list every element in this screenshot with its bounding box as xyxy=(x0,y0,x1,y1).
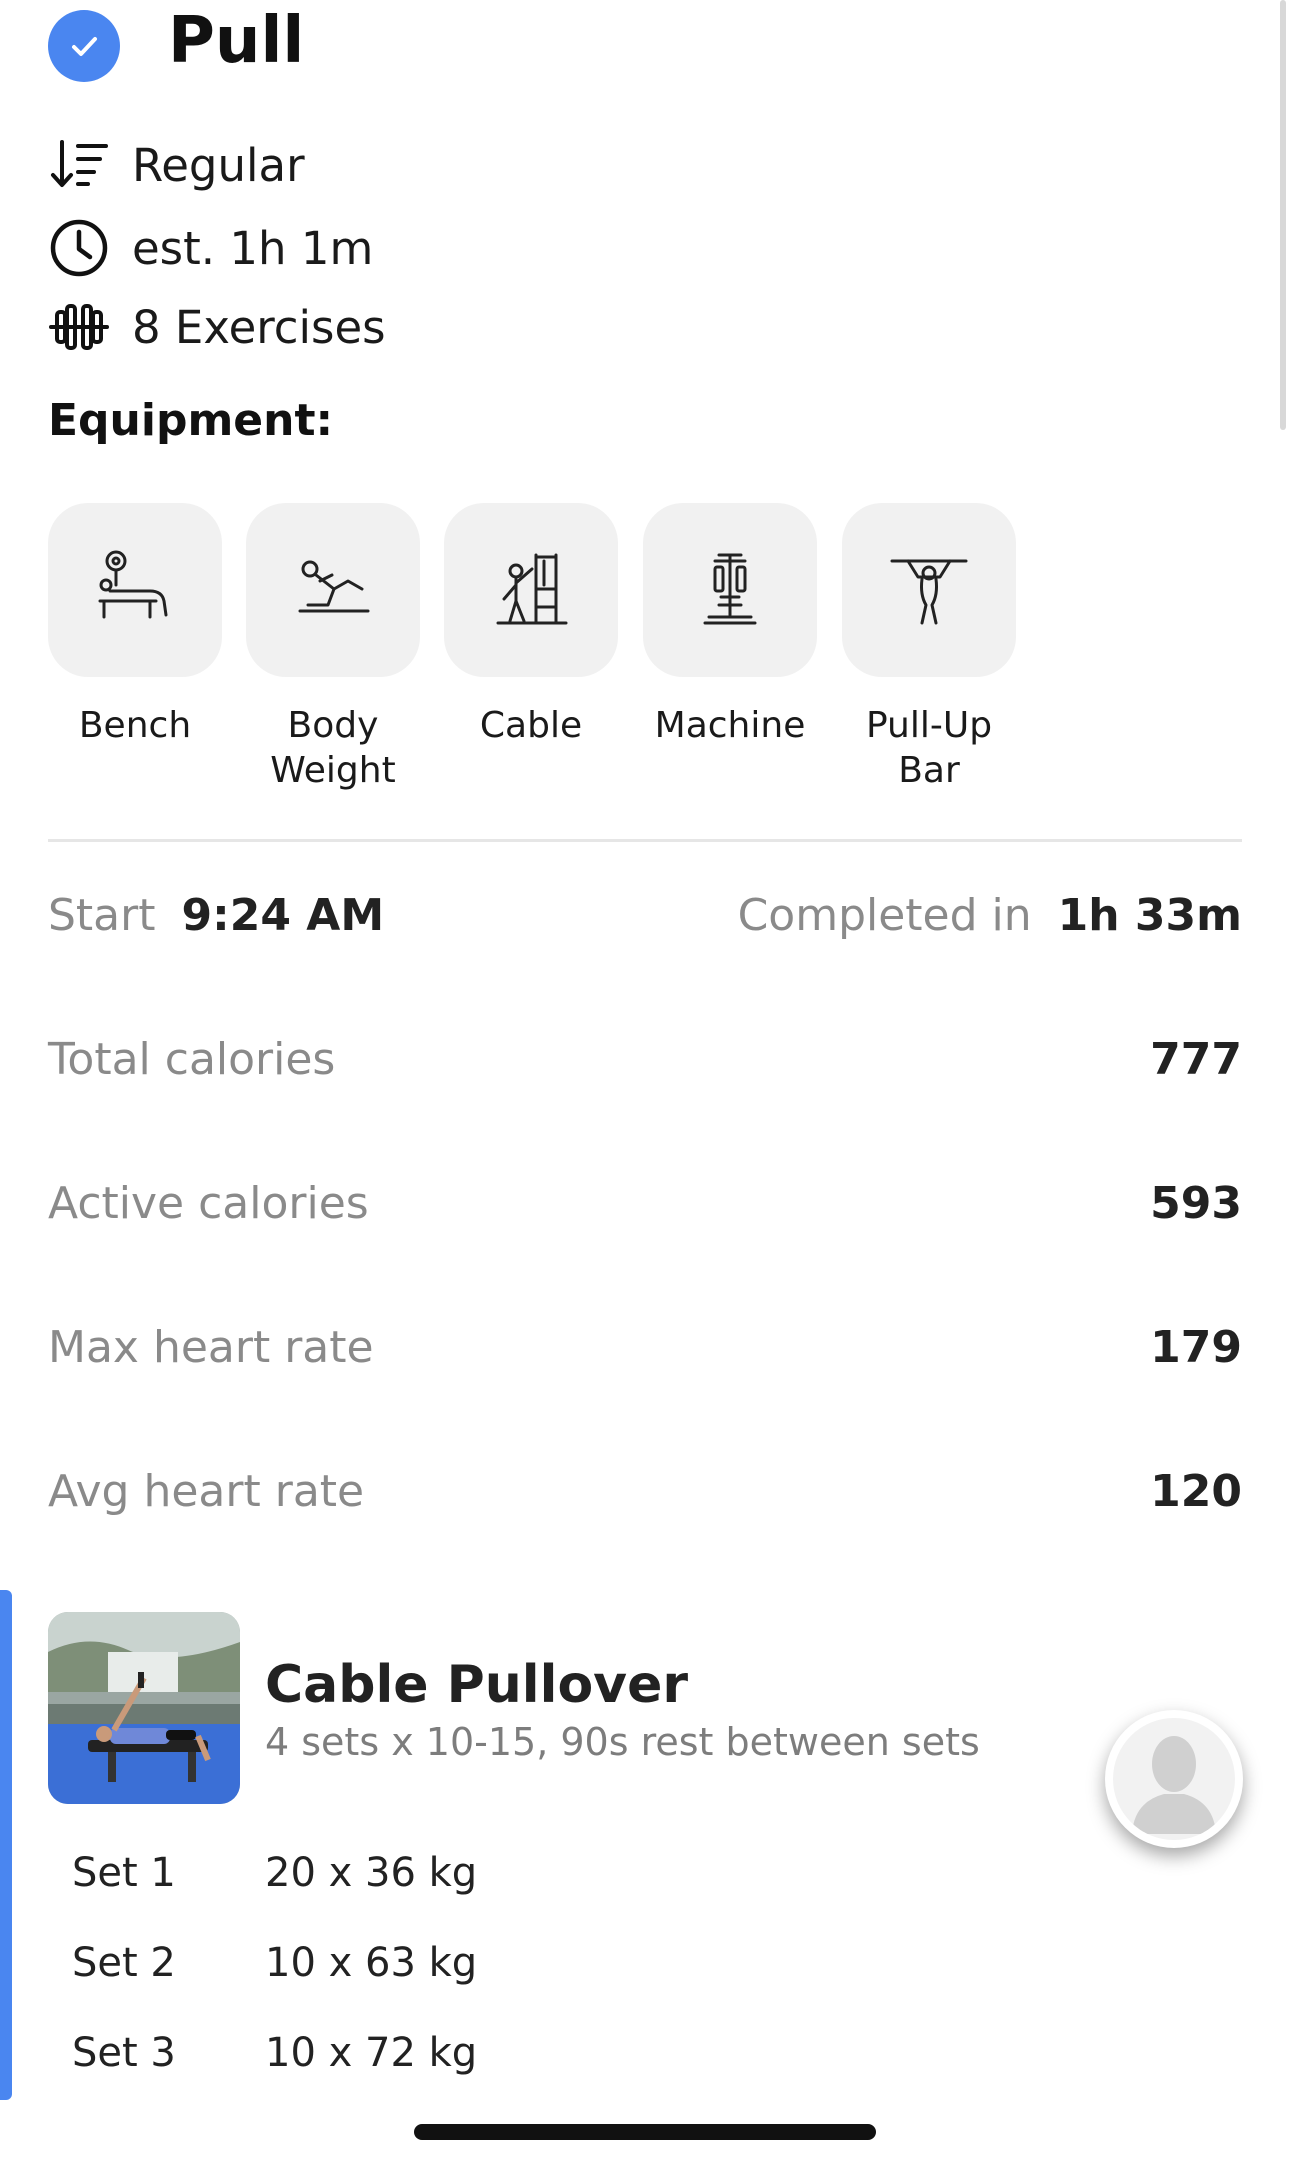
equipment-item-bench[interactable]: Bench xyxy=(48,503,222,748)
bench-icon xyxy=(98,550,168,619)
clock-icon xyxy=(50,219,108,277)
exercise-thumbnail[interactable] xyxy=(48,1612,240,1804)
cable-icon xyxy=(496,553,568,625)
home-indicator[interactable] xyxy=(414,2124,876,2140)
stat-label: Max heart rate xyxy=(48,1322,374,1373)
workout-title: Pull xyxy=(168,4,305,78)
equipment-item-pull-up-bar[interactable]: Pull-Up Bar xyxy=(842,503,1016,793)
start-time: Start 9:24 AM xyxy=(48,890,384,941)
completed-label: Completed in xyxy=(737,890,1032,941)
dumbbell-icon xyxy=(49,304,109,350)
pull-up-bar-icon xyxy=(890,559,968,625)
start-label: Start xyxy=(48,890,156,941)
stat-row-active-calories: Active calories 593 xyxy=(48,1178,1242,1229)
completed-time: Completed in 1h 33m xyxy=(738,890,1242,941)
stat-value: 593 xyxy=(1150,1178,1242,1229)
completed-check-icon[interactable] xyxy=(48,10,120,82)
exercise-accent-bar xyxy=(0,1590,12,2100)
equipment-label: Bench xyxy=(78,705,192,746)
set-label: Set 2 xyxy=(72,1940,176,1986)
set-label: Set 1 xyxy=(72,1850,176,1896)
duration-row: est. 1h 1m xyxy=(48,218,373,278)
stat-label: Avg heart rate xyxy=(48,1466,365,1517)
start-value: 9:24 AM xyxy=(181,890,385,941)
set-value: 10 x 63 kg xyxy=(265,1940,478,1986)
equipment-label: Body Weight xyxy=(270,705,396,791)
equipment-item-cable[interactable]: Cable xyxy=(444,503,618,748)
stat-value: 120 xyxy=(1150,1466,1242,1517)
machine-icon xyxy=(703,553,757,625)
set-value: 20 x 36 kg xyxy=(265,1850,478,1896)
stat-row-total-calories: Total calories 777 xyxy=(48,1034,1242,1085)
stat-label: Active calories xyxy=(48,1178,369,1229)
stat-value: 179 xyxy=(1150,1322,1242,1373)
exercise-count: 8 Exercises xyxy=(132,300,386,354)
exercise-name[interactable]: Cable Pullover xyxy=(265,1655,688,1715)
avatar[interactable] xyxy=(1105,1710,1243,1848)
stat-row-max-heart-rate: Max heart rate 179 xyxy=(48,1322,1242,1373)
stat-row-avg-heart-rate: Avg heart rate 120 xyxy=(48,1466,1242,1517)
stat-label: Total calories xyxy=(48,1034,336,1085)
body-weight-icon xyxy=(298,560,370,613)
stat-value: 777 xyxy=(1150,1034,1242,1085)
equipment-item-machine[interactable]: Machine xyxy=(643,503,817,748)
section-divider xyxy=(48,839,1242,842)
set-value: 10 x 72 kg xyxy=(265,2030,478,2076)
exercise-count-row: 8 Exercises xyxy=(48,297,386,357)
equipment-item-body-weight[interactable]: Body Weight xyxy=(246,503,420,793)
workout-duration: est. 1h 1m xyxy=(132,221,374,275)
sort-icon xyxy=(51,140,108,187)
equipment-label: Cable xyxy=(479,705,583,746)
set-label: Set 3 xyxy=(72,2030,176,2076)
workout-type: Regular xyxy=(132,138,305,192)
equipment-heading: Equipment: xyxy=(48,395,334,446)
workout-type-row: Regular xyxy=(48,135,305,195)
scrollbar[interactable] xyxy=(1280,0,1286,430)
equipment-label: Machine xyxy=(654,705,806,746)
exercise-details: 4 sets x 10-15, 90s rest between sets xyxy=(265,1720,980,1764)
equipment-label: Pull-Up Bar xyxy=(865,705,993,791)
completed-value: 1h 33m xyxy=(1057,890,1242,941)
person-silhouette-icon xyxy=(1132,1736,1216,1834)
